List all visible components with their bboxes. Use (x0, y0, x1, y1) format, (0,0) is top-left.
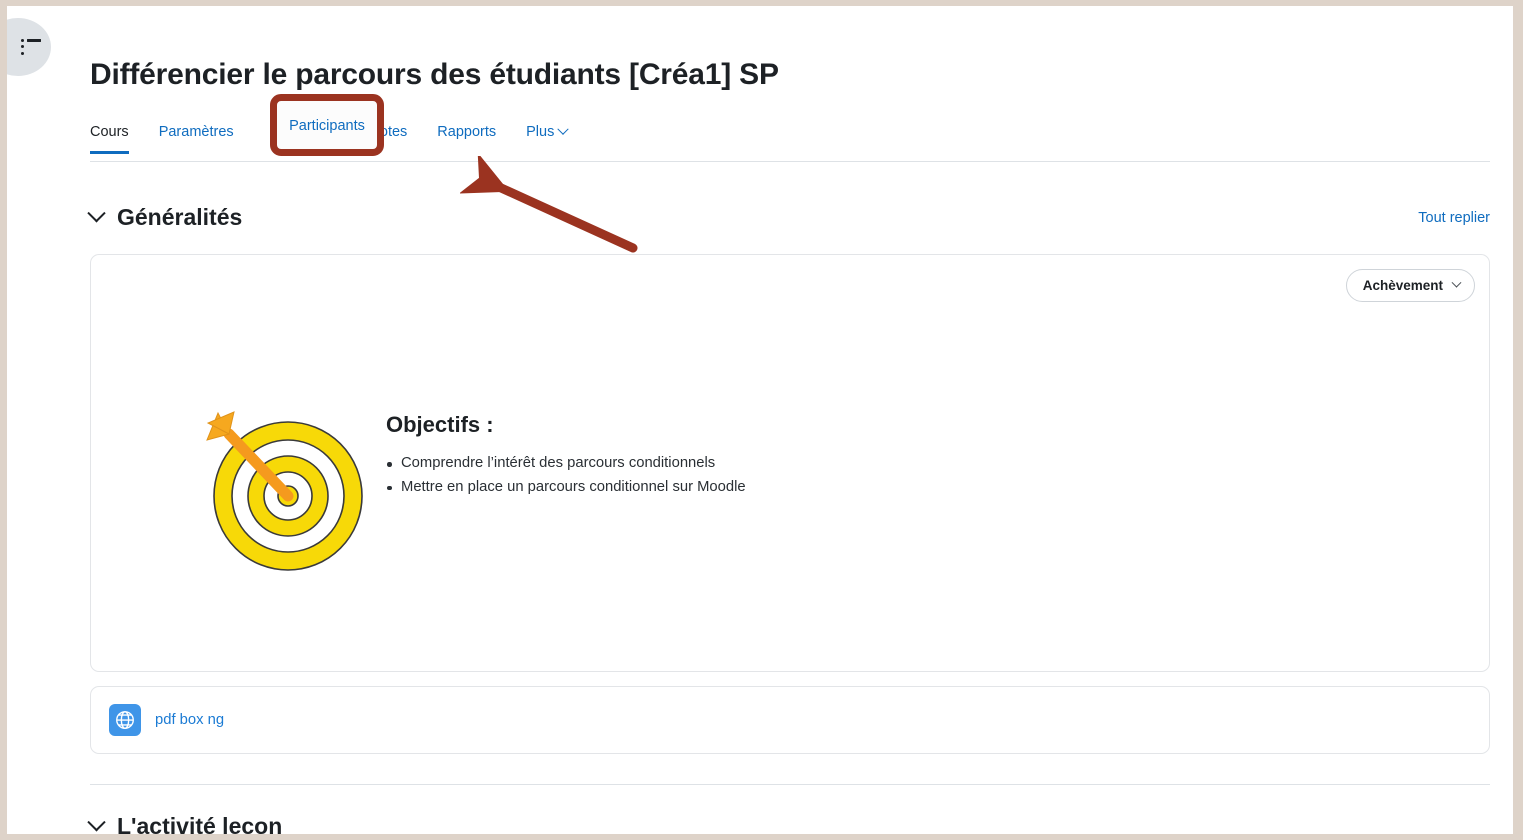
tab-label: Plus (526, 124, 555, 140)
objectives-heading: Objectifs : (386, 412, 494, 437)
tab-label: Rapports (437, 124, 497, 140)
chevron-down-icon (87, 813, 106, 832)
tab-cours[interactable]: Cours (90, 116, 129, 154)
tab-plus[interactable]: Plus (526, 116, 570, 153)
objectives-list: Comprendre l’intérêt des parcours condit… (386, 452, 746, 500)
completion-button-label: Achèvement (1362, 278, 1443, 293)
section-toggle-generalites[interactable]: Généralités (87, 204, 243, 231)
completion-filter-button[interactable]: Achèvement (1345, 269, 1475, 302)
list-icon (21, 38, 41, 55)
list-item: Comprendre l’intérêt des parcours condit… (386, 452, 746, 476)
annotation-highlight-box: Participants (270, 94, 384, 156)
page-surface: Différencier le parcours des étudiants [… (7, 6, 1513, 834)
tab-label: Paramètres (158, 124, 234, 140)
tab-notes[interactable]: Notes (369, 116, 407, 153)
summary-body: Objectifs : Comprendre l’intérêt des par… (91, 400, 1489, 580)
list-item: Mettre en place un parcours conditionnel… (386, 476, 746, 500)
section-header-generalites: Généralités Tout replier (87, 204, 1490, 231)
globe-icon (109, 704, 141, 736)
chevron-down-icon (557, 123, 570, 135)
tab-label: Notes (369, 124, 408, 140)
tab-parametres[interactable]: Paramètres (159, 116, 234, 153)
section-toggle-activite-lecon[interactable]: L'activité leçon (87, 813, 283, 834)
target-dartboard-icon (186, 400, 386, 580)
course-drawer-toggle-button[interactable] (7, 18, 51, 76)
main-content: Différencier le parcours des étudiants [… (87, 6, 1490, 834)
chevron-down-icon (87, 204, 106, 223)
objectives-block: Objectifs : Comprendre l’intérêt des par… (386, 400, 746, 500)
tab-rapports[interactable]: Rapports (437, 116, 496, 153)
section-title: Généralités (117, 204, 243, 230)
browser-page-frame: Différencier le parcours des étudiants [… (0, 0, 1523, 840)
collapse-all-link[interactable]: Tout replier (1418, 210, 1490, 226)
section-divider (90, 784, 1490, 785)
page-title: Différencier le parcours des étudiants [… (90, 58, 779, 91)
tab-label: Cours (90, 124, 129, 140)
section-summary-card: Achèvement Objectifs: Comprendre l’inté… (90, 254, 1490, 672)
chevron-down-icon (1451, 277, 1462, 288)
activity-name-link[interactable]: pdf box ng (155, 712, 224, 728)
section-header-activite-lecon: L'activité leçon (87, 813, 1490, 834)
tab-participants-highlighted-label: Participants (289, 118, 365, 134)
section-title: L'activité leçon (117, 813, 283, 834)
course-tab-bar: Cours Paramètres Participants Notes Rapp… (90, 94, 1490, 162)
activity-card-pdf-box-ng[interactable]: pdf box ng (90, 686, 1490, 754)
